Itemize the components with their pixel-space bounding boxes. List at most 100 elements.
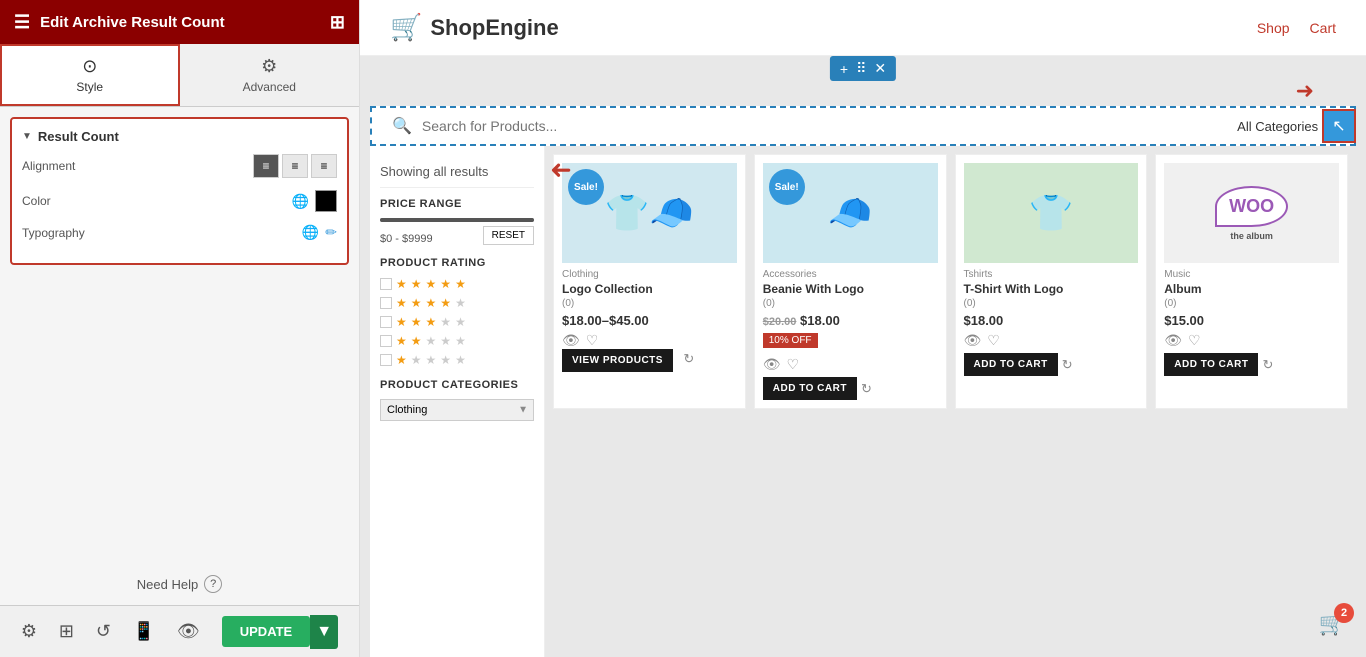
update-dropdown-btn[interactable]: ▼	[310, 615, 338, 649]
layers-icon[interactable]: ⊞	[59, 621, 74, 642]
product-emoji-2: 🧢	[828, 192, 873, 234]
toolbar-move-btn[interactable]: ⠿	[856, 60, 866, 77]
s2: ★	[411, 296, 422, 310]
product-rating-section: PRODUCT RATING ★ ★ ★ ★ ★ ★ ★ ★ ★ ★	[380, 257, 534, 367]
s1: ★	[396, 296, 407, 310]
update-button[interactable]: UPDATE	[222, 616, 310, 647]
view-icon-4[interactable]: 👁	[1164, 332, 1182, 349]
wishlist-icon-2[interactable]: ♡	[787, 356, 800, 373]
align-right-btn[interactable]: ≡	[311, 154, 337, 178]
hamburger-icon[interactable]: ☰	[14, 12, 30, 33]
refresh-icon-4[interactable]: ↻	[1262, 357, 1273, 373]
panel-title: Edit Archive Result Count	[40, 14, 224, 31]
product-card-4: WOO the album Music Album (0) $15.00 👁 ♡…	[1155, 154, 1348, 409]
product-category-1: Clothing	[562, 269, 737, 280]
price-range-fill	[380, 218, 534, 222]
need-help[interactable]: Need Help ?	[0, 563, 359, 605]
add-to-cart-btn-4[interactable]: ADD TO CART	[1164, 353, 1258, 376]
view-products-btn-1[interactable]: VIEW PRODUCTS	[562, 349, 673, 372]
search-icon[interactable]: 🔍	[392, 116, 412, 136]
view-icon-1[interactable]: 👁	[562, 332, 580, 349]
toolbar-add-btn[interactable]: +	[840, 61, 848, 77]
product-reviews-3: (0)	[964, 298, 1139, 309]
typography-global-icon[interactable]: 🌐	[302, 224, 319, 241]
logo-text: ShopEngine	[430, 15, 558, 41]
typography-controls: 🌐 ✏	[302, 224, 337, 241]
tab-style[interactable]: ⊙ Style	[0, 44, 180, 106]
panel-header: ☰ Edit Archive Result Count ⊞	[0, 0, 359, 44]
view-icon-2[interactable]: 👁	[763, 356, 781, 373]
grid-icon[interactable]: ⊞	[330, 12, 345, 33]
history-icon[interactable]: ↺	[96, 621, 111, 642]
rating-row-1: ★ ★ ★ ★ ★	[380, 353, 534, 367]
tabs-row: ⊙ Style ⚙ Advanced	[0, 44, 359, 107]
select-arrow-icon: ▼	[518, 405, 528, 416]
star4: ★	[440, 277, 451, 291]
add-to-cart-btn-3[interactable]: ADD TO CART	[964, 353, 1058, 376]
toolbar-close-btn[interactable]: ✕	[874, 60, 886, 77]
color-global-icon[interactable]: 🌐	[292, 193, 309, 210]
rating-2-checkbox[interactable]	[380, 335, 392, 347]
typography-edit-icon[interactable]: ✏	[325, 224, 337, 241]
products-grid: Sale! 👕🧢 Clothing Logo Collection (0) $1…	[545, 146, 1356, 657]
product-image-2: Sale! 🧢	[763, 163, 938, 263]
product-actions-1: 👁 ♡	[562, 332, 737, 349]
rating-1-checkbox[interactable]	[380, 354, 392, 366]
s3: ★	[426, 296, 437, 310]
tab-advanced[interactable]: ⚙ Advanced	[180, 44, 360, 106]
product-category-4: Music	[1164, 269, 1339, 280]
view-icon-3[interactable]: 👁	[964, 332, 982, 349]
refresh-icon-1[interactable]: ↻	[683, 351, 694, 366]
result-count-section: ▼ Result Count Alignment ≡ ≡ ≡ Color 🌐	[10, 117, 349, 265]
rating-4-checkbox[interactable]	[380, 297, 392, 309]
shop-sidebar: Showing all results PRICE RANGE $0 - $99…	[370, 146, 545, 657]
star1: ★	[396, 277, 407, 291]
rating-5-checkbox[interactable]	[380, 278, 392, 290]
refresh-icon-2[interactable]: ↻	[861, 381, 872, 397]
cart-count-badge: 2	[1334, 603, 1354, 623]
star3: ★	[426, 277, 437, 291]
price-range-reset[interactable]: RESET	[483, 226, 534, 245]
sale-badge-1: Sale!	[568, 169, 604, 205]
shop-header: 🛒 ShopEngine Shop Cart	[360, 0, 1366, 56]
product-price-3: $18.00	[964, 313, 1139, 328]
advanced-icon: ⚙	[261, 56, 277, 77]
product-reviews-4: (0)	[1164, 298, 1339, 309]
price-range-bar[interactable]	[380, 218, 534, 222]
settings-icon[interactable]: ⚙	[21, 621, 37, 642]
color-swatch[interactable]	[315, 190, 337, 212]
responsive-icon[interactable]: 📱	[133, 621, 155, 642]
product-price-1: $18.00–$45.00	[562, 313, 737, 328]
product-actions-2: 👁 ♡	[763, 356, 938, 373]
category-select[interactable]: Clothing	[380, 399, 534, 421]
album-subtitle: the album	[1230, 231, 1273, 241]
add-to-cart-btn-2[interactable]: ADD TO CART	[763, 377, 857, 400]
rating-3-checkbox[interactable]	[380, 316, 392, 328]
refresh-icon-3[interactable]: ↻	[1062, 357, 1073, 373]
product-actions-4: 👁 ♡	[1164, 332, 1339, 349]
color-controls: 🌐	[292, 190, 337, 212]
wishlist-icon-4[interactable]: ♡	[1188, 332, 1201, 349]
nav-shop[interactable]: Shop	[1257, 20, 1290, 36]
edit-overlay-btn[interactable]: ↖	[1322, 109, 1356, 143]
wishlist-icon-3[interactable]: ♡	[987, 332, 1000, 349]
align-center-btn[interactable]: ≡	[282, 154, 308, 178]
product-price-4: $15.00	[1164, 313, 1339, 328]
price-old-2: $20.00	[763, 316, 797, 328]
tab-advanced-label: Advanced	[243, 80, 296, 94]
align-left-btn[interactable]: ≡	[253, 154, 279, 178]
style-icon: ⊙	[82, 56, 97, 77]
panel-content: ▼ Result Count Alignment ≡ ≡ ≡ Color 🌐	[0, 107, 359, 563]
rating-row-4: ★ ★ ★ ★ ★	[380, 296, 534, 310]
collapse-arrow[interactable]: ▼	[22, 131, 32, 142]
color-label: Color	[22, 194, 51, 208]
rating-title: PRODUCT RATING	[380, 257, 534, 269]
price-range-title: PRICE RANGE	[380, 198, 534, 210]
wishlist-icon-1[interactable]: ♡	[586, 332, 599, 349]
preview-icon[interactable]: 👁	[177, 621, 200, 642]
search-input[interactable]	[422, 118, 1227, 134]
left-panel: ☰ Edit Archive Result Count ⊞ ⊙ Style ⚙ …	[0, 0, 360, 657]
nav-cart[interactable]: Cart	[1310, 20, 1336, 36]
s4: ★	[440, 296, 451, 310]
discount-badge-2: 10% OFF	[763, 330, 938, 352]
